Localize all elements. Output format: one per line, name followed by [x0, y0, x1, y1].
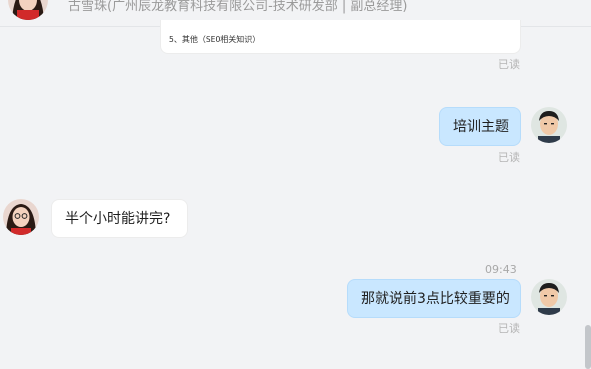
doc-preview-bubble[interactable]: 5、其他（SEO相关知识） [160, 20, 521, 54]
doc-preview-line: 5、其他（SEO相关知识） [169, 35, 261, 44]
message-timestamp: 09:43 [485, 263, 517, 276]
contact-name: 古雪珠(广州辰龙教育科技有限公司-技术研发部 | 副总经理) [68, 0, 408, 14]
contact-avatar[interactable] [3, 199, 39, 235]
read-receipt: 已读 [498, 322, 520, 335]
message-bubble-theirs[interactable]: 半个小时能讲完? [51, 199, 188, 238]
message-text: 半个小时能讲完? [65, 211, 171, 227]
message-bubble-mine[interactable]: 那就说前3点比较重要的 [347, 279, 521, 318]
read-receipt: 已读 [498, 151, 520, 164]
avatar-female-icon [3, 199, 39, 235]
message-text: 那就说前3点比较重要的 [361, 291, 510, 307]
my-avatar[interactable] [531, 279, 567, 315]
read-receipt: 已读 [498, 58, 520, 71]
chat-scrollbar[interactable] [585, 325, 591, 369]
avatar-male-icon [531, 279, 567, 315]
message-bubble-mine[interactable]: 培训主题 [439, 107, 521, 146]
my-avatar[interactable] [531, 107, 567, 143]
avatar-female-icon [8, 0, 48, 20]
message-text: 培训主题 [453, 119, 509, 135]
contact-avatar[interactable] [8, 0, 48, 20]
avatar-male-icon [531, 107, 567, 143]
